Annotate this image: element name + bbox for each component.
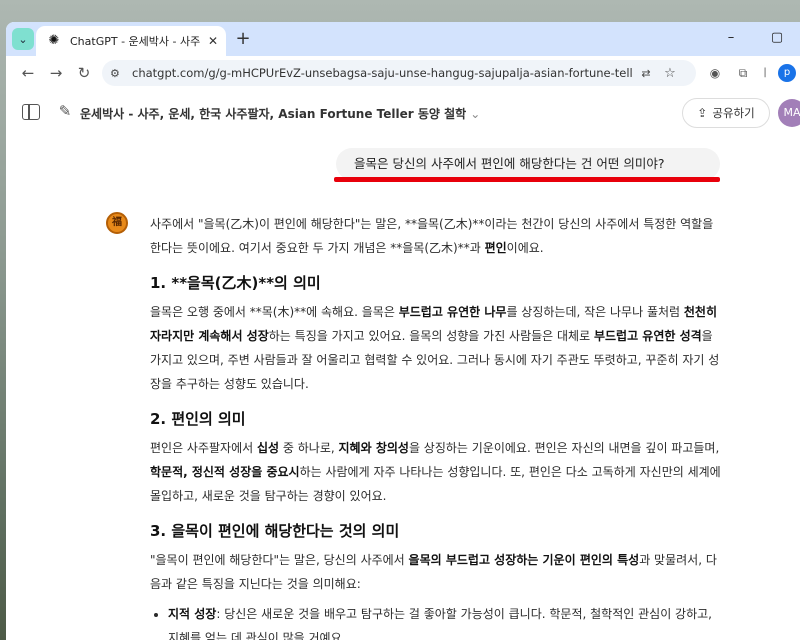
section-2-heading: 2. 편인의 의미 — [150, 410, 246, 428]
new-chat-icon[interactable]: ✎ — [56, 102, 74, 120]
share-label: 공유하기 — [712, 106, 755, 120]
minimize-icon[interactable]: – — [722, 30, 740, 45]
user-avatar[interactable]: MA — [778, 99, 800, 127]
browser-toolbar: ← → ↻ ⚙ chatgpt.com/g/g-mHCPUrEvZ-unseba… — [6, 56, 800, 90]
tab-title: ChatGPT - 운세박사 - 사주, 운 — [70, 35, 200, 48]
section-3-list: 지적 성장: 당신은 새로운 것을 배우고 탐구하는 걸 좋아할 가능성이 큽니… — [150, 602, 722, 640]
browser-profile-avatar[interactable]: p — [778, 64, 796, 82]
reload-icon[interactable]: ↻ — [74, 63, 94, 83]
chevron-down-icon: ⌄ — [18, 32, 28, 46]
tab-chatgpt[interactable]: ✺ ChatGPT - 운세박사 - 사주, 운 ✕ — [36, 26, 226, 56]
gpt-avatar-icon: 福 — [106, 212, 128, 234]
chatgpt-logo-icon: ✺ — [48, 33, 60, 48]
gpt-name: 운세박사 - 사주, 운세, 한국 사주팔자, Asian Fortune Te… — [80, 107, 467, 121]
close-tab-icon[interactable]: ✕ — [206, 34, 220, 48]
maximize-icon[interactable]: ▢ — [768, 30, 786, 45]
extensions-icon[interactable]: ⧉ — [734, 64, 752, 82]
browser-window: ⌄ ✺ ChatGPT - 운세박사 - 사주, 운 ✕ + – ▢ ← → ↻… — [6, 22, 800, 640]
section-2-text: 편인은 사주팔자에서 십성 중 하나로, 지혜와 창의성을 상징하는 기운이에요… — [150, 441, 721, 503]
chevron-down-icon: ⌄ — [470, 107, 481, 121]
site-info-icon[interactable]: ⚙ — [110, 67, 124, 80]
tab-strip: ⌄ ✺ ChatGPT - 운세박사 - 사주, 운 ✕ + – ▢ — [6, 22, 800, 56]
sidebar-toggle-icon[interactable] — [22, 104, 40, 120]
address-bar[interactable]: ⚙ chatgpt.com/g/g-mHCPUrEvZ-unsebagsa-sa… — [102, 60, 696, 86]
back-arrow-icon[interactable]: ← — [18, 63, 38, 83]
bookmark-star-icon[interactable]: ☆ — [662, 66, 678, 81]
translate-icon[interactable]: ⇄ — [638, 67, 654, 80]
user-message-bubble: 을목은 당신의 사주에서 편인에 해당한다는 건 어떤 의미야? — [336, 148, 720, 180]
red-underline-annotation — [334, 177, 720, 182]
assistant-response: 사주에서 "을목(乙木)이 편인에 해당한다"는 말은, **을목(乙木)**이… — [150, 212, 722, 640]
share-icon: ⇪ — [697, 106, 708, 120]
section-3-heading: 3. 을목이 편인에 해당한다는 것의 의미 — [150, 522, 400, 540]
share-button[interactable]: ⇪ 공유하기 — [682, 98, 770, 128]
url-text[interactable]: chatgpt.com/g/g-mHCPUrEvZ-unsebagsa-saju… — [132, 66, 632, 80]
response-intro: 사주에서 "을목(乙木)이 편인에 해당한다"는 말은, **을목(乙木)**이… — [150, 217, 714, 255]
section-3-text: "을목이 편인에 해당한다"는 말은, 당신의 사주에서 을목의 부드럽고 성장… — [150, 553, 717, 591]
list-item: 지적 성장: 당신은 새로운 것을 배우고 탐구하는 걸 좋아할 가능성이 큽니… — [168, 602, 722, 640]
new-tab-button[interactable]: + — [232, 28, 254, 50]
gpt-model-selector[interactable]: 운세박사 - 사주, 운세, 한국 사주팔자, Asian Fortune Te… — [80, 105, 480, 122]
section-1-text: 을목은 오행 중에서 **목(木)**에 속해요. 을목은 부드럽고 유연한 나… — [150, 305, 720, 391]
tab-search-button[interactable]: ⌄ — [12, 28, 34, 50]
chatgpt-header: ✎ 운세박사 - 사주, 운세, 한국 사주팔자, Asian Fortune … — [6, 90, 800, 136]
camera-icon[interactable]: ◉ — [706, 64, 724, 82]
section-1-heading: 1. **을목(乙木)**의 의미 — [150, 274, 321, 292]
forward-arrow-icon[interactable]: → — [46, 63, 66, 83]
separator: | — [763, 67, 767, 78]
